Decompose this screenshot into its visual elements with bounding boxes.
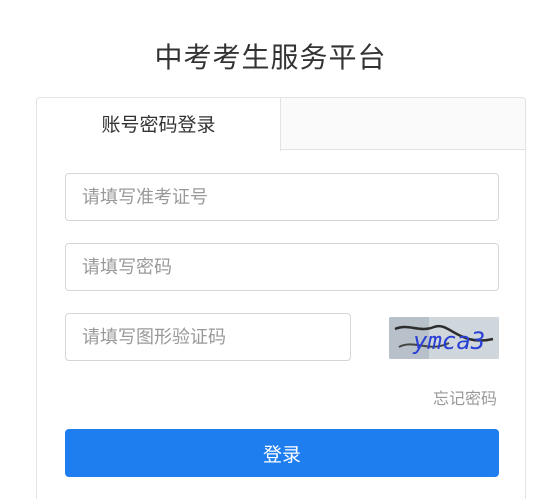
login-page: 中考考生服务平台 账号密码登录 ymca3 忘记密码 登录 — [0, 0, 541, 499]
forgot-password-link[interactable]: 忘记密码 — [433, 385, 497, 409]
captcha-image[interactable]: ymca3 — [389, 317, 499, 359]
captcha-input[interactable] — [65, 313, 351, 361]
page-title: 中考考生服务平台 — [154, 41, 387, 74]
exam-id-input[interactable] — [65, 173, 499, 221]
captcha-text: ymca3 — [412, 327, 485, 355]
login-button[interactable]: 登录 — [65, 429, 499, 477]
password-input[interactable] — [65, 243, 499, 291]
login-panel: 账号密码登录 ymca3 忘记密码 登录 — [36, 97, 526, 499]
captcha-graphic: ymca3 — [389, 317, 499, 359]
tab-bar: 账号密码登录 — [37, 98, 525, 151]
tab-password-login[interactable]: 账号密码登录 — [37, 98, 281, 151]
